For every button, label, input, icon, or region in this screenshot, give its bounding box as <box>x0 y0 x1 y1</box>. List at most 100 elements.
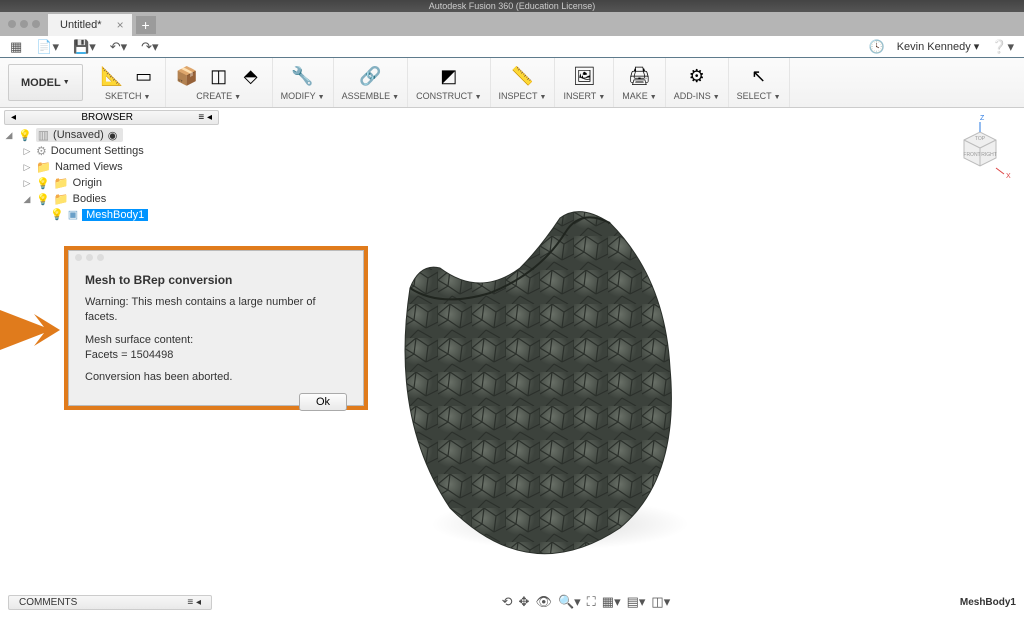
clock-icon[interactable]: 🕓 <box>869 39 885 55</box>
browser-pin-icon[interactable]: ≡ ◂ <box>198 112 212 123</box>
construct-group[interactable]: ◩ CONSTRUCT▼ <box>408 58 490 107</box>
comments-button[interactable]: COMMENTS≡ ◂ <box>8 595 212 610</box>
dialog-aborted: Conversion has been aborted. <box>85 370 347 385</box>
bodies-label: Bodies <box>73 193 107 205</box>
browser-tree: ◢💡▥(Unsaved)◉ ▷⚙Document Settings ▷📁Name… <box>0 125 215 224</box>
inspect-label: INSPECT <box>499 91 538 101</box>
tree-views[interactable]: ▷📁Named Views <box>4 159 211 175</box>
revolve-icon[interactable]: ⬘ <box>238 63 264 89</box>
browser-collapse-icon[interactable]: ◂ <box>11 112 16 123</box>
modify-label: MODIFY <box>281 91 316 101</box>
bulb-icon[interactable]: 💡 <box>50 208 64 221</box>
origin-label: Origin <box>73 177 102 189</box>
document-tab[interactable]: Untitled* × <box>48 14 132 36</box>
conversion-dialog: Mesh to BRep conversion Warning: This me… <box>68 250 364 406</box>
inspect-group[interactable]: 📏 INSPECT▼ <box>491 58 556 107</box>
gear-icon: ⚙ <box>36 144 47 158</box>
make-label: MAKE <box>622 91 648 101</box>
select-icon[interactable]: ↖ <box>746 63 772 89</box>
folder-icon: 📁 <box>54 192 69 206</box>
viewcube[interactable]: TOP FRONT RIGHT Z X <box>952 114 1012 184</box>
tab-add-button[interactable]: + <box>136 16 156 34</box>
app-titlebar: Autodesk Fusion 360 (Education License) <box>0 0 1024 12</box>
annotation-highlight: Mesh to BRep conversion Warning: This me… <box>64 246 368 410</box>
dialog-warning: Warning: This mesh contains a large numb… <box>85 295 347 325</box>
z-axis-label: Z <box>980 115 985 122</box>
undo-icon[interactable]: ↶▾ <box>110 39 127 55</box>
modify-group[interactable]: 🔧 MODIFY▼ <box>273 58 334 107</box>
make-group[interactable]: 🖨 MAKE▼ <box>614 58 665 107</box>
bulb-icon[interactable]: 💡 <box>18 129 32 142</box>
dialog-window-controls[interactable] <box>75 254 104 261</box>
pan-icon[interactable]: ✥ <box>519 594 530 610</box>
tab-label: Untitled* <box>60 19 102 31</box>
construct-icon[interactable]: ◩ <box>436 63 462 89</box>
create-label: CREATE <box>196 91 232 101</box>
grid-settings-icon[interactable]: ▤▾ <box>627 594 646 610</box>
assemble-label: ASSEMBLE <box>342 91 391 101</box>
help-icon[interactable]: ❔▾ <box>991 39 1014 55</box>
save-icon[interactable]: 💾▾ <box>73 39 96 55</box>
tree-meshbody[interactable]: 💡▣MeshBody1 <box>4 207 211 222</box>
browser-panel-header[interactable]: ◂ BROWSER ≡ ◂ <box>4 110 219 125</box>
tab-close-icon[interactable]: × <box>117 18 124 32</box>
tree-bodies[interactable]: ◢💡📁Bodies <box>4 191 211 207</box>
status-bar: COMMENTS≡ ◂ ⟲ ✥ 👁 🔍▾ ⛶ ▦▾ ▤▾ ◫▾ MeshBody… <box>0 593 1024 611</box>
viewcube-front[interactable]: FRONT <box>963 152 980 158</box>
select-label: SELECT <box>737 91 772 101</box>
look-icon[interactable]: 👁 <box>535 594 552 610</box>
workspace-label: MODEL <box>21 77 61 89</box>
sketch-rect-icon[interactable]: ▭ <box>131 63 157 89</box>
box-icon[interactable]: 📦 <box>174 63 200 89</box>
zoom-dot[interactable] <box>32 20 40 28</box>
dialog-content: Mesh surface content:Facets = 1504498 <box>85 333 347 363</box>
mesh-object[interactable] <box>370 168 690 568</box>
make-icon[interactable]: 🖨 <box>626 63 652 89</box>
tree-origin[interactable]: ▷💡📁Origin <box>4 175 211 191</box>
sketch-icon[interactable]: 📐 <box>99 63 125 89</box>
addins-icon[interactable]: ⚙ <box>684 63 710 89</box>
folder-icon: 📁 <box>36 160 51 174</box>
user-menu[interactable]: Kevin Kennedy ▾ <box>897 40 980 53</box>
viewport-layout-icon[interactable]: ◫▾ <box>651 594 670 610</box>
workspace-switcher[interactable]: MODEL ▼ <box>8 64 83 101</box>
orbit-icon[interactable]: ⟲ <box>502 594 513 610</box>
tree-root[interactable]: ◢💡▥(Unsaved)◉ <box>4 127 211 143</box>
inspect-icon[interactable]: 📏 <box>509 63 535 89</box>
viewcube-top[interactable]: TOP <box>975 136 986 142</box>
mac-window-controls[interactable] <box>0 20 48 28</box>
x-axis-label: X <box>1006 173 1011 180</box>
folder-icon: 📁 <box>54 176 69 190</box>
viewcube-right[interactable]: RIGHT <box>981 152 997 158</box>
addins-group[interactable]: ⚙ ADD-INS▼ <box>666 58 729 107</box>
display-style-icon[interactable]: ▦▾ <box>602 594 621 610</box>
nav-toolbar: ⟲ ✥ 👁 🔍▾ ⛶ ▦▾ ▤▾ ◫▾ <box>502 594 671 610</box>
selection-readout: MeshBody1 <box>960 597 1016 608</box>
ribbon-toolbar: MODEL ▼ 📐▭ SKETCH▼ 📦◫⬘ CREATE▼ 🔧 MODIFY▼… <box>0 58 1024 108</box>
zoom-icon[interactable]: 🔍▾ <box>558 594 581 610</box>
comments-label: COMMENTS <box>19 597 77 608</box>
extrude-icon[interactable]: ◫ <box>206 63 232 89</box>
addins-label: ADD-INS <box>674 91 711 101</box>
sketch-group[interactable]: 📐▭ SKETCH▼ <box>91 58 166 107</box>
quick-access-toolbar: ▦ 📄▾ 💾▾ ↶▾ ↷▾ 🕓 Kevin Kennedy ▾ ❔▾ <box>0 36 1024 58</box>
tree-docset[interactable]: ▷⚙Document Settings <box>4 143 211 159</box>
file-icon[interactable]: 📄▾ <box>36 39 59 55</box>
ok-button[interactable]: Ok <box>299 393 347 411</box>
insert-icon[interactable]: 🖼 <box>571 63 597 89</box>
grid-icon[interactable]: ▦ <box>10 39 22 55</box>
close-dot[interactable] <box>8 20 16 28</box>
bulb-icon[interactable]: 💡 <box>36 177 50 190</box>
minimize-dot[interactable] <box>20 20 28 28</box>
assemble-icon[interactable]: 🔗 <box>357 63 383 89</box>
select-group[interactable]: ↖ SELECT▼ <box>729 58 790 107</box>
redo-icon[interactable]: ↷▾ <box>141 39 158 55</box>
modify-icon[interactable]: 🔧 <box>290 63 316 89</box>
assemble-group[interactable]: 🔗 ASSEMBLE▼ <box>334 58 408 107</box>
create-group[interactable]: 📦◫⬘ CREATE▼ <box>166 58 273 107</box>
docset-label: Document Settings <box>51 145 144 157</box>
insert-group[interactable]: 🖼 INSERT▼ <box>555 58 614 107</box>
fit-icon[interactable]: ⛶ <box>587 594 596 610</box>
username: Kevin Kennedy <box>897 41 971 53</box>
bulb-icon[interactable]: 💡 <box>36 193 50 206</box>
